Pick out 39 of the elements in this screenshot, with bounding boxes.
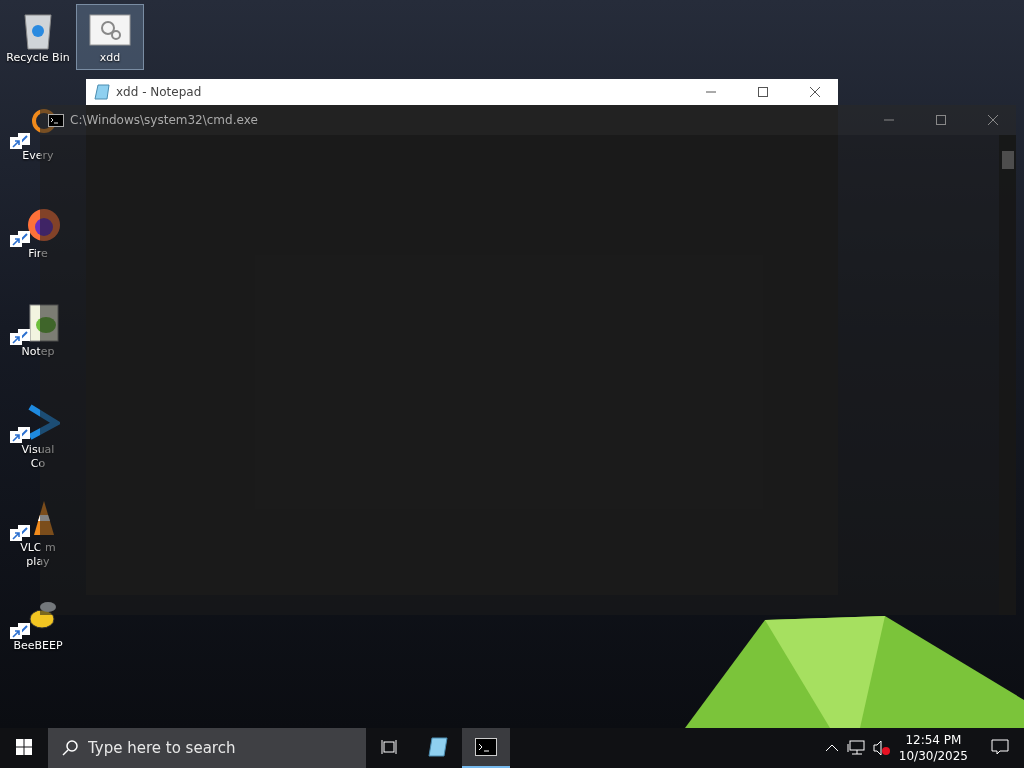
network-icon[interactable] (846, 740, 865, 756)
clock-date[interactable]: 10/30/2025 (898, 748, 968, 764)
taskbar-app-button[interactable] (462, 728, 510, 768)
muted-speaker-icon[interactable] (872, 740, 891, 756)
desktop-icon-label: Notep (21, 345, 55, 359)
task-view-icon (381, 739, 399, 755)
terminal-icon (475, 738, 497, 756)
desktop-icon[interactable]: Notep (4, 298, 72, 388)
notepad-plus-icon (16, 303, 60, 345)
desktop-icon-label: xdd (99, 51, 121, 65)
close-icon (810, 87, 820, 97)
desktop-icon[interactable]: BeeBEEP (4, 592, 72, 682)
desktop-icon[interactable]: xdd (76, 4, 144, 70)
desktop-icon-label: play (26, 555, 50, 569)
desktop-icon-label: Visual (21, 443, 55, 457)
terminal-icon (48, 113, 64, 127)
close-icon (988, 115, 998, 125)
desktop-icon-label: Recycle Bin (6, 51, 70, 65)
desktop-icon[interactable]: VLC m play (4, 494, 72, 584)
desktop-icon[interactable]: Recycle Bin (4, 4, 72, 94)
desktop-icon[interactable]: Fire (4, 200, 72, 290)
desktop-icon-label: Every (22, 149, 54, 163)
maximize-icon (936, 115, 946, 125)
maximize-icon (758, 87, 768, 97)
desktop-icon-label: BeeBEEP (13, 639, 63, 653)
desktop-icon-label: Co (30, 457, 46, 471)
speech-bubble-icon (991, 739, 1009, 755)
notepad-icon (94, 84, 110, 100)
search-icon (62, 740, 78, 756)
chevron-up-icon[interactable] (824, 743, 839, 753)
search-field[interactable]: Type here to search (48, 728, 366, 768)
desktop-icon[interactable]: Visual Co (4, 396, 72, 486)
clock-time[interactable]: 12:54 PM (905, 732, 962, 748)
desktop-icon-label: VLC m (20, 541, 56, 555)
window-title: xdd - Notepad (116, 85, 203, 99)
window-title: C:\Windows\system32\cmd.exe (70, 113, 259, 127)
desktop-icon-label: Fire (28, 247, 48, 261)
windows-logo-icon (16, 739, 32, 755)
notepad-icon (427, 736, 449, 758)
